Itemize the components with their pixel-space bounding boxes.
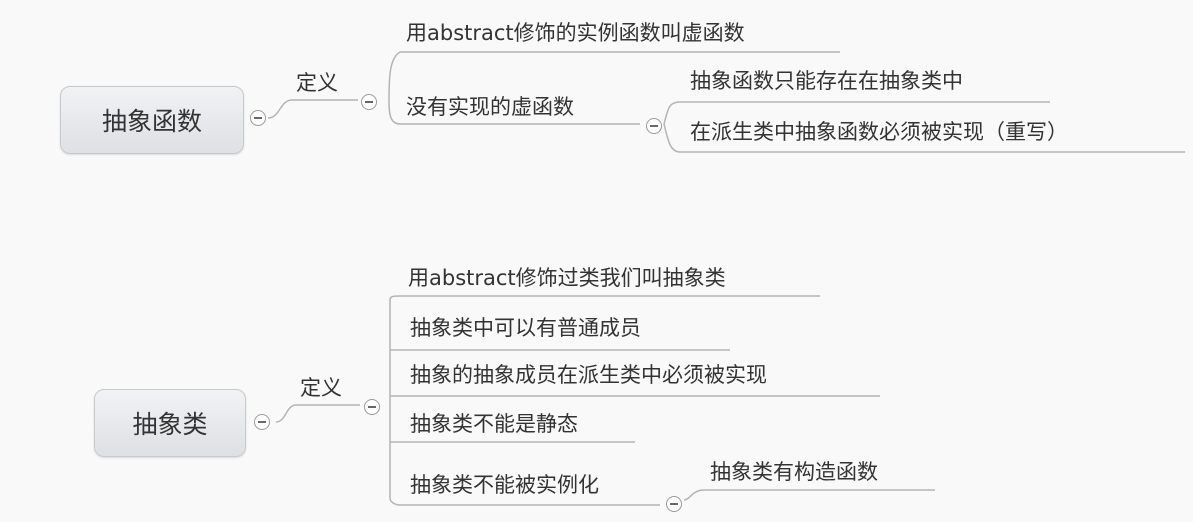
connector-root-to-branch (275, 404, 360, 423)
connector-item5-to-subitem (683, 489, 935, 501)
item-label[interactable]: 用abstract修饰过类我们叫抽象类 (408, 268, 726, 289)
subitem-label[interactable]: 抽象函数只能存在在抽象类中 (690, 71, 963, 92)
item-label[interactable]: 抽象类不能是静态 (410, 414, 578, 435)
collapse-toggle-icon[interactable] (364, 399, 380, 415)
item-label[interactable]: 抽象类中可以有普通成员 (410, 318, 641, 339)
root-topic-abstract-function[interactable]: 抽象函数 (60, 86, 244, 154)
item-label[interactable]: 抽象的抽象成员在派生类中必须被实现 (410, 365, 767, 386)
connector-root-to-branch (267, 99, 358, 119)
branch-label-definition[interactable]: 定义 (300, 378, 342, 399)
item-label[interactable]: 没有实现的虚函数 (406, 97, 574, 118)
root-topic-abstract-class[interactable]: 抽象类 (94, 389, 246, 457)
subitem-label[interactable]: 抽象类有构造函数 (710, 462, 878, 483)
item-label[interactable]: 抽象类不能被实例化 (410, 475, 599, 496)
subitem-label[interactable]: 在派生类中抽象函数必须被实现（重写） (690, 122, 1068, 143)
collapse-toggle-icon[interactable] (254, 414, 270, 430)
item-label[interactable]: 用abstract修饰的实例函数叫虚函数 (406, 23, 745, 44)
collapse-toggle-icon[interactable] (250, 110, 266, 126)
connector-item1 (389, 295, 820, 301)
collapse-toggle-icon[interactable] (666, 496, 682, 512)
collapse-toggle-icon[interactable] (361, 94, 377, 110)
branch-label-definition[interactable]: 定义 (296, 73, 338, 94)
collapse-toggle-icon[interactable] (646, 118, 662, 134)
